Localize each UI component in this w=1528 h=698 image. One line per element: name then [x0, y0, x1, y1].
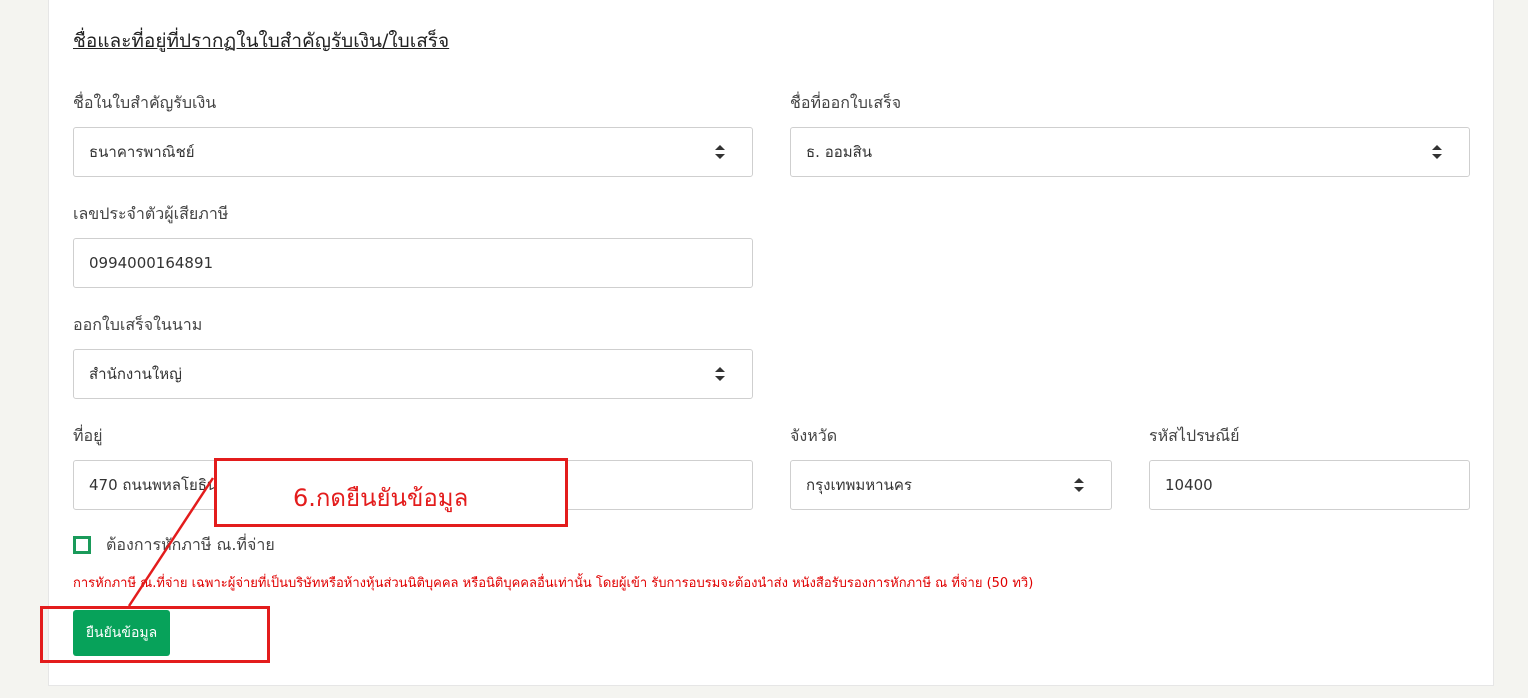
- invoice-issuer-select[interactable]: ธ. ออมสิน: [790, 127, 1470, 177]
- tax-id-value: 0994000164891: [89, 254, 214, 272]
- select-arrows-icon: [1432, 145, 1442, 159]
- annotation-callout: 6.กดยืนยันข้อมูล: [214, 458, 568, 527]
- select-arrows-icon: [715, 367, 725, 381]
- tax-id-input[interactable]: 0994000164891: [73, 238, 753, 288]
- invoice-in-name-label: ออกใบเสร็จในนาม: [73, 315, 203, 334]
- page-margin: [0, 0, 22, 698]
- invoice-in-name-select[interactable]: สำนักงานใหญ่: [73, 349, 753, 399]
- select-arrows-icon: [715, 145, 725, 159]
- tax-id-label: เลขประจำตัวผู้เสียภาษี: [73, 204, 229, 223]
- postal-code-value: 10400: [1165, 476, 1213, 494]
- province-select[interactable]: กรุงเทพมหานคร: [790, 460, 1112, 510]
- receipt-name-label: ชื่อในใบสำคัญรับเงิน: [73, 93, 217, 112]
- address-label: ที่อยู่: [73, 426, 103, 445]
- select-arrows-icon: [1074, 478, 1084, 492]
- postal-code-label: รหัสไปรษณีย์: [1149, 426, 1240, 445]
- postal-code-input[interactable]: 10400: [1149, 460, 1470, 510]
- scrollbar[interactable]: [1518, 0, 1528, 698]
- invoice-issuer-value: ธ. ออมสิน: [806, 143, 873, 161]
- receipt-name-select[interactable]: ธนาคารพาณิชย์: [73, 127, 753, 177]
- withholding-checkbox-label: ต้องการหักภาษี ณ.ที่จ่าย: [106, 535, 275, 554]
- annotation-highlight-box: [40, 606, 270, 663]
- province-value: กรุงเทพมหานคร: [806, 476, 912, 494]
- receipt-name-value: ธนาคารพาณิชย์: [89, 143, 195, 161]
- withholding-warning: การหักภาษี ณ.ที่จ่าย เฉพาะผู้จ่ายที่เป็น…: [73, 576, 1034, 591]
- invoice-in-name-value: สำนักงานใหญ่: [89, 365, 182, 383]
- invoice-issuer-label: ชื่อที่ออกใบเสร็จ: [790, 93, 902, 112]
- address-value: 470 ถนนพหลโยธิน: [89, 476, 218, 494]
- withholding-checkbox[interactable]: [73, 536, 91, 554]
- province-label: จังหวัด: [790, 426, 838, 445]
- section-title: ชื่อและที่อยู่ที่ปรากฏในใบสำคัญรับเงิน/ใ…: [73, 30, 450, 52]
- annotation-callout-text: 6.กดยืนยันข้อมูล: [293, 484, 469, 512]
- page: ชื่อและที่อยู่ที่ปรากฏในใบสำคัญรับเงิน/ใ…: [0, 0, 1528, 698]
